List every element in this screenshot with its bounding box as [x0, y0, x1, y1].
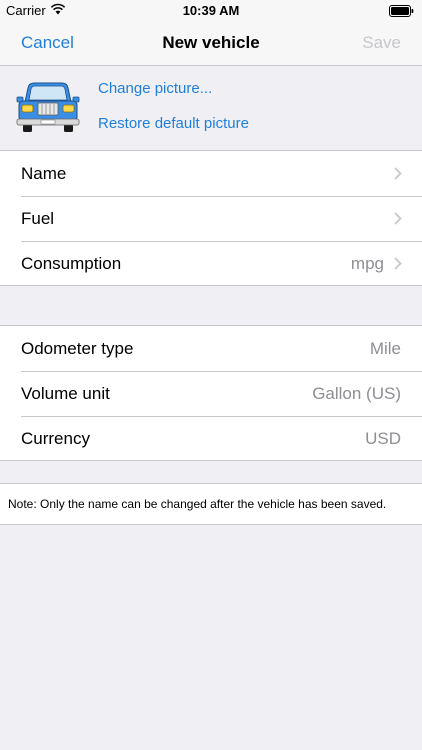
- chevron-right-icon: [394, 257, 402, 270]
- status-time: 10:39 AM: [182, 3, 240, 18]
- name-row[interactable]: Name: [0, 151, 422, 196]
- battery-icon: [389, 5, 414, 17]
- odometer-type-value: Mile: [369, 339, 401, 358]
- volume-unit-row[interactable]: Volume unit Gallon (US): [0, 371, 422, 416]
- currency-row[interactable]: Currency USD: [0, 416, 422, 461]
- car-icon[interactable]: [16, 82, 80, 132]
- page-title: New vehicle: [162, 33, 260, 52]
- currency-value: USD: [365, 429, 401, 448]
- fuel-label: Fuel: [21, 209, 55, 228]
- navigation-bar: Cancel New vehicle Save: [0, 22, 422, 66]
- consumption-label: Consumption: [21, 254, 122, 273]
- note-text: Note: Only the name can be changed after…: [8, 497, 387, 511]
- chevron-right-icon: [394, 212, 402, 225]
- odometer-type-label: Odometer type: [21, 339, 134, 358]
- vehicle-details-group: Name Fuel Consumption mpg: [0, 150, 422, 286]
- restore-default-picture-link[interactable]: Restore default picture: [98, 115, 249, 132]
- consumption-value: mpg: [350, 254, 384, 273]
- name-label: Name: [21, 164, 67, 183]
- consumption-row[interactable]: Consumption mpg: [0, 241, 422, 286]
- volume-unit-label: Volume unit: [21, 384, 110, 403]
- fuel-row[interactable]: Fuel: [0, 196, 422, 241]
- change-picture-link[interactable]: Change picture...: [98, 80, 212, 97]
- chevron-right-icon: [394, 167, 402, 180]
- save-button[interactable]: Save: [362, 33, 401, 53]
- status-bar: Carrier 10:39 AM: [0, 0, 422, 22]
- currency-label: Currency: [21, 429, 90, 448]
- odometer-type-row[interactable]: Odometer type Mile: [0, 326, 422, 371]
- units-group: Odometer type Mile Volume unit Gallon (U…: [0, 325, 422, 461]
- vehicle-picture-section: Change picture... Restore default pictur…: [0, 66, 422, 150]
- note-section: Note: Only the name can be changed after…: [0, 483, 422, 525]
- volume-unit-value: Gallon (US): [312, 384, 401, 403]
